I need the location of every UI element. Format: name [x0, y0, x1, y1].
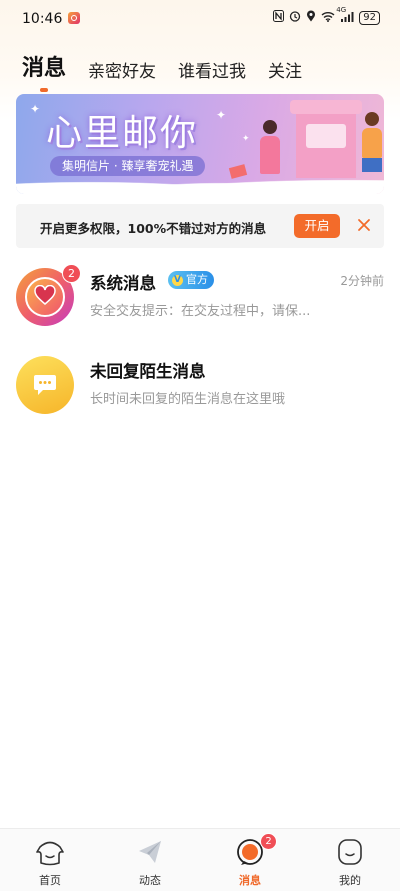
permission-text: 开启更多权限，100%不错过对方的消息 — [40, 221, 267, 236]
home-icon — [34, 837, 66, 867]
enable-permission-button[interactable]: 开启 — [294, 214, 340, 238]
tab-messages[interactable]: 消息 — [22, 50, 67, 92]
stranger-message-avatar — [16, 356, 74, 414]
girl-illustration — [260, 120, 280, 176]
wifi-icon — [321, 11, 335, 25]
tab-following[interactable]: 关注 — [268, 57, 302, 82]
tab-label: 关注 — [268, 62, 303, 82]
active-tab-indicator — [40, 88, 48, 92]
nav-messages[interactable]: 2 消息 — [200, 829, 300, 891]
nav-label: 我的 — [339, 874, 361, 887]
nav-home[interactable]: 首页 — [0, 829, 100, 891]
nav-unread-badge: 2 — [260, 833, 277, 850]
tab-label: 谁看过我 — [178, 62, 247, 82]
list-item-stranger-messages[interactable]: 未回复陌生消息 长时间未回复的陌生消息在这里哦 — [0, 356, 400, 428]
status-icons: 4G 92 — [273, 6, 380, 25]
tab-close-friends[interactable]: 亲密好友 — [88, 57, 156, 82]
list-item-system-message[interactable]: 2 系统消息 V 官方 安全交友提示：在交友过程中，请保... 2分钟前 — [0, 264, 400, 340]
sparkle-icon: ✦ — [216, 108, 227, 122]
status-bar: 10:46 4G 92 — [0, 0, 400, 38]
bottom-navigation: 首页 动态 2 消息 我的 — [0, 828, 400, 891]
official-badge: V 官方 — [168, 271, 214, 289]
sparkle-icon: ✦ — [242, 134, 250, 144]
official-label: 官方 — [186, 273, 208, 286]
nav-label: 消息 — [239, 874, 261, 887]
tab-label: 消息 — [22, 56, 67, 81]
tab-visitors[interactable]: 谁看过我 — [178, 57, 246, 82]
sparkle-icon: ✦ — [30, 102, 41, 116]
message-title: 系统消息 — [90, 274, 156, 293]
permission-prompt: 开启更多权限，100%不错过对方的消息 开启 — [16, 204, 384, 248]
paper-plane-icon — [134, 837, 166, 867]
cellular-signal-icon: 4G — [336, 6, 354, 25]
promo-banner[interactable]: ✦ ✦ ✦ 心里邮你 集明信片 · 臻享奢宠礼遇 — [16, 94, 384, 194]
message-preview: 长时间未回复的陌生消息在这里哦 — [90, 392, 286, 407]
chat-bubble-icon — [33, 374, 57, 400]
close-icon[interactable] — [352, 213, 376, 237]
signal-type-label: 4G — [336, 5, 347, 14]
tab-label: 亲密好友 — [88, 62, 157, 82]
message-time: 2分钟前 — [340, 274, 384, 288]
boy-illustration — [362, 112, 382, 176]
message-preview: 安全交友提示：在交友过程中，请保... — [90, 304, 311, 319]
mailbox-illustration — [290, 100, 362, 178]
status-time: 10:46 — [22, 11, 63, 27]
heart-icon — [34, 284, 56, 309]
app-notification-icon — [68, 12, 80, 24]
profile-icon — [334, 837, 366, 867]
unread-badge: 2 — [62, 264, 81, 283]
alarm-icon — [289, 10, 301, 25]
nav-label: 动态 — [139, 874, 161, 887]
banner-title: 心里邮你 — [46, 113, 199, 154]
location-icon — [306, 10, 316, 25]
nav-profile[interactable]: 我的 — [300, 829, 400, 891]
verified-icon: V — [172, 274, 183, 286]
battery-indicator: 92 — [359, 10, 380, 25]
snow-decoration — [16, 170, 384, 194]
nfc-icon — [273, 10, 285, 25]
message-tabs: 消息 亲密好友 谁看过我 关注 — [22, 48, 324, 92]
message-title: 未回复陌生消息 — [90, 362, 206, 381]
nav-feed[interactable]: 动态 — [100, 829, 200, 891]
nav-label: 首页 — [39, 874, 61, 887]
